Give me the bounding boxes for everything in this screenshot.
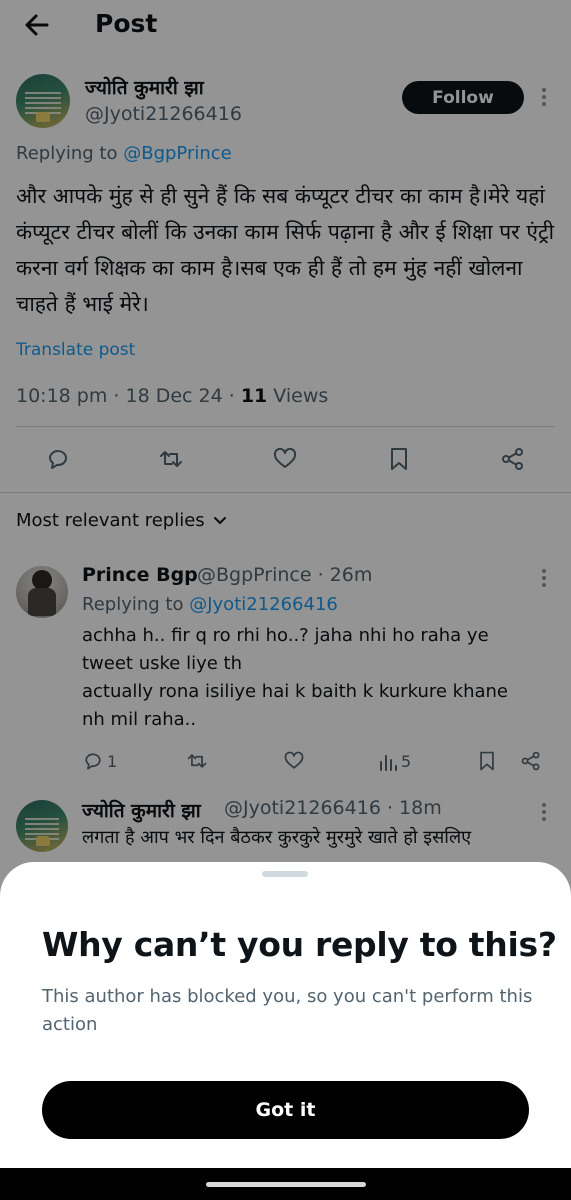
post-page: Post ज्योति कुमारी झा @Jyoti21266416 Fol… <box>0 0 571 1200</box>
got-it-button[interactable]: Got it <box>42 1081 529 1139</box>
sheet-message: This author has blocked you, so you can'… <box>42 986 533 1035</box>
sheet-drag-handle[interactable] <box>262 871 308 877</box>
blocked-reply-sheet: Why can’t you reply to this? This author… <box>0 862 571 1168</box>
home-gesture-bar[interactable] <box>206 1182 366 1187</box>
sheet-title: Why can’t you reply to this? <box>42 925 557 964</box>
system-navigation-bar <box>0 1168 571 1200</box>
